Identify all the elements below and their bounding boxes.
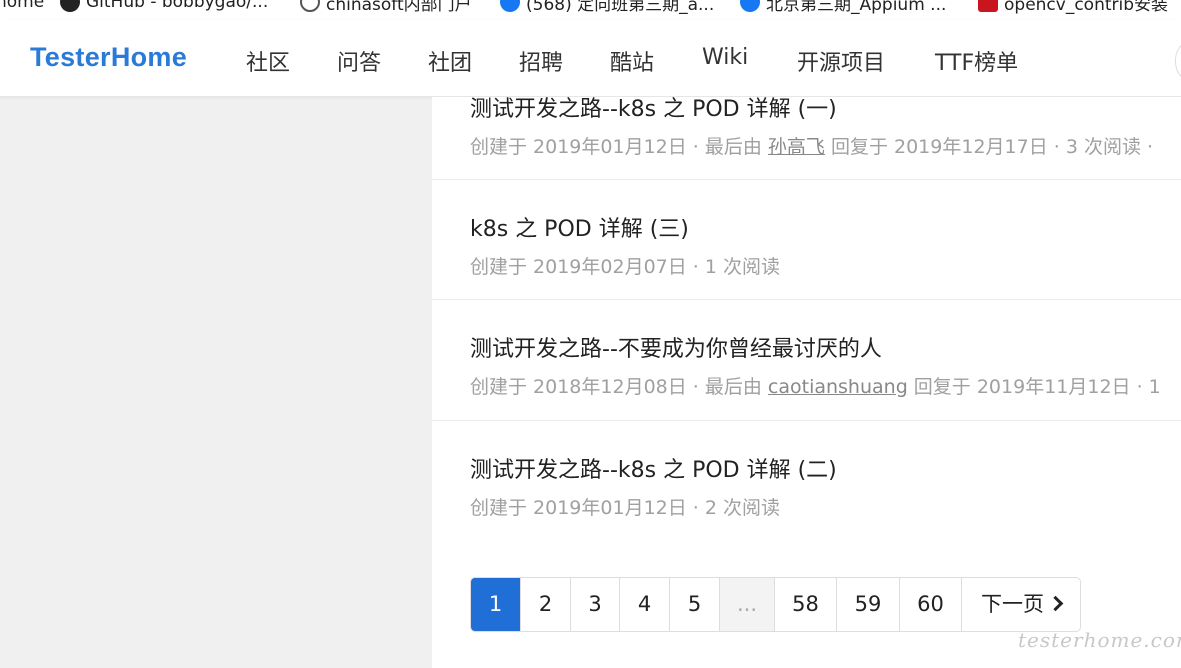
meta-text: 回复于 2019年11月12日 · 1 — [907, 376, 1161, 398]
pagination: 1 2 3 4 5 ... 58 59 60 下一页 — [470, 577, 1081, 632]
topic-meta: 创建于 2019年01月12日 · 2 次阅读 — [470, 493, 780, 520]
chevron-right-icon — [1047, 595, 1064, 612]
user-link[interactable]: caotianshuang — [768, 376, 908, 398]
page-button-4[interactable]: 4 — [619, 578, 669, 631]
list-item[interactable]: k8s 之 POD 详解 (三) 创建于 2019年02月07日 · 1 次阅读 — [432, 180, 1181, 300]
bookmark-label: (568) 定向班第三期_a... — [526, 0, 715, 15]
site-logo[interactable]: TesterHome — [30, 42, 187, 73]
topic-title[interactable]: k8s 之 POD 详解 (三) — [470, 211, 689, 243]
watermark: testerhome.com — [1018, 628, 1181, 652]
page-button-2[interactable]: 2 — [520, 578, 570, 631]
bookmark-opencv[interactable]: opencv_contrib安装 — [978, 0, 1169, 15]
page-button-1[interactable]: 1 — [471, 578, 520, 631]
meta-text: 创建于 2019年01月12日 · 最后由 — [470, 136, 768, 158]
nav-item-qa[interactable]: 问答 — [337, 45, 381, 77]
search-button[interactable] — [1175, 38, 1181, 84]
bookmark-label: chinasoft内部门户 — [326, 0, 472, 15]
meta-text: 创建于 2018年12月08日 · 最后由 — [470, 376, 768, 398]
bookmark-label: opencv_contrib安装 — [1004, 0, 1169, 15]
page-button-60[interactable]: 60 — [899, 578, 961, 631]
bookmark-label: 北京第三期_Appium ... — [766, 0, 947, 15]
topic-title[interactable]: 测试开发之路--不要成为你曾经最讨厌的人 — [470, 331, 882, 363]
bookmark-home[interactable]: home — [0, 0, 44, 13]
page-button-59[interactable]: 59 — [836, 578, 899, 631]
list-item[interactable]: 测试开发之路--k8s 之 POD 详解 (一) 创建于 2019年01月12日… — [432, 97, 1181, 180]
github-icon — [60, 0, 80, 12]
facebook-icon — [740, 0, 760, 12]
topic-meta: 创建于 2018年12月08日 · 最后由 caotianshuang 回复于 … — [470, 372, 1161, 399]
topic-meta: 创建于 2019年01月12日 · 最后由 孙高飞 回复于 2019年12月17… — [470, 132, 1153, 159]
bookmark-label: home — [0, 0, 45, 12]
bookmark-class-a[interactable]: (568) 定向班第三期_a... — [500, 0, 715, 15]
bookmark-appium[interactable]: 北京第三期_Appium ... — [740, 0, 947, 15]
nav-item-community[interactable]: 社区 — [246, 45, 290, 77]
nav-item-groups[interactable]: 社团 — [428, 45, 472, 77]
list-item[interactable]: 测试开发之路--不要成为你曾经最讨厌的人 创建于 2018年12月08日 · 最… — [432, 300, 1181, 421]
bookmark-label: GitHub - bobbygao/... — [86, 0, 269, 12]
site-navbar: TesterHome 社区 问答 社团 招聘 酷站 Wiki 开源项目 TTF榜… — [0, 20, 1181, 97]
page-button-58[interactable]: 58 — [774, 578, 836, 631]
meta-text: 创建于 2019年01月12日 · 2 次阅读 — [470, 497, 780, 519]
nav-item-opensource[interactable]: 开源项目 — [797, 45, 885, 77]
meta-text: 回复于 2019年12月17日 · 3 次阅读 · — [824, 136, 1154, 158]
nav-item-wiki[interactable]: Wiki — [702, 45, 748, 70]
topic-meta: 创建于 2019年02月07日 · 1 次阅读 — [470, 252, 780, 279]
bookmarks-bar: home GitHub - bobbygao/... chinasoft内部门户… — [0, 0, 1181, 20]
bookmark-chinasoft[interactable]: chinasoft内部门户 — [300, 0, 472, 15]
facebook-icon — [500, 0, 520, 12]
page-button-3[interactable]: 3 — [570, 578, 619, 631]
bookmark-github[interactable]: GitHub - bobbygao/... — [60, 0, 268, 13]
nav-item-ttf[interactable]: TTF榜单 — [935, 45, 1018, 77]
next-page-label: 下一页 — [981, 592, 1044, 616]
meta-text: 创建于 2019年02月07日 · 1 次阅读 — [470, 256, 780, 278]
nav-item-sites[interactable]: 酷站 — [610, 45, 654, 77]
topic-title[interactable]: 测试开发之路--k8s 之 POD 详解 (二) — [470, 452, 837, 484]
page-button-5[interactable]: 5 — [669, 578, 719, 631]
next-page-button[interactable]: 下一页 — [961, 578, 1080, 631]
topic-title[interactable]: 测试开发之路--k8s 之 POD 详解 (一) — [470, 91, 837, 123]
nav-item-jobs[interactable]: 招聘 — [519, 45, 563, 77]
list-item[interactable]: 测试开发之路--k8s 之 POD 详解 (二) 创建于 2019年01月12日… — [432, 421, 1181, 540]
globe-icon — [300, 0, 320, 12]
csdn-icon — [978, 0, 998, 12]
page-ellipsis: ... — [719, 578, 774, 631]
user-link[interactable]: 孙高飞 — [768, 136, 825, 158]
